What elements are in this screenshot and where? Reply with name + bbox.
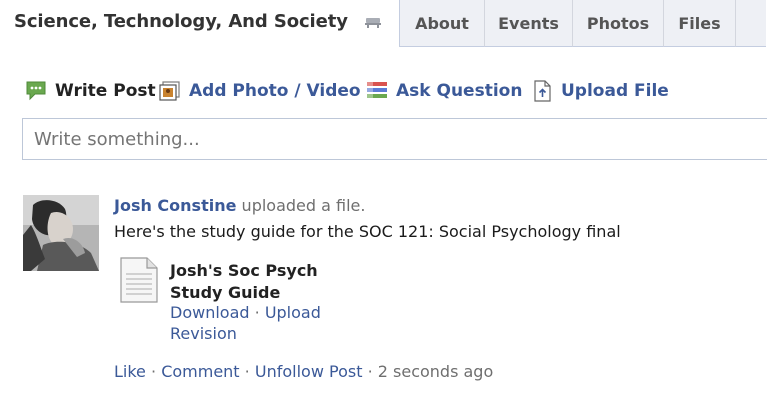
upload-file-label: Upload File bbox=[561, 81, 669, 101]
ask-question-button[interactable]: Ask Question bbox=[365, 78, 522, 104]
write-post-label: Write Post bbox=[55, 81, 156, 101]
unfollow-post-link[interactable]: Unfollow Post bbox=[255, 362, 363, 381]
document-icon bbox=[120, 257, 158, 303]
author-link[interactable]: Josh Constine bbox=[114, 196, 236, 215]
avatar-photo bbox=[23, 195, 99, 271]
footer-separator: · bbox=[244, 362, 250, 381]
upload-file-button[interactable]: Upload File bbox=[530, 78, 669, 104]
group-title[interactable]: Science, Technology, And Society bbox=[14, 11, 348, 32]
add-photo-video-button[interactable]: Add Photo / Video bbox=[158, 78, 361, 104]
write-post-button[interactable]: Write Post bbox=[24, 78, 156, 104]
link-separator: · bbox=[254, 303, 260, 322]
write-something-input[interactable] bbox=[23, 119, 767, 159]
question-poll-icon bbox=[367, 82, 387, 98]
comment-link[interactable]: Comment bbox=[161, 362, 239, 381]
download-link[interactable]: Download bbox=[170, 303, 250, 322]
add-photo-video-label: Add Photo / Video bbox=[189, 81, 361, 101]
story-header: Josh Constine uploaded a file. bbox=[114, 196, 365, 215]
upload-file-icon bbox=[534, 80, 551, 102]
file-actions: Download · Upload Revision bbox=[170, 302, 350, 344]
speech-bubble-icon bbox=[26, 81, 46, 101]
story-message: Here's the study guide for the SOC 121: … bbox=[114, 222, 621, 241]
footer-separator: · bbox=[367, 362, 373, 381]
group-tabs: About Events Photos Files bbox=[399, 0, 766, 47]
like-link[interactable]: Like bbox=[114, 362, 146, 381]
ask-question-label: Ask Question bbox=[396, 81, 523, 101]
tab-events[interactable]: Events bbox=[485, 0, 573, 47]
footer-separator: · bbox=[151, 362, 157, 381]
tab-photos[interactable]: Photos bbox=[573, 0, 664, 47]
tab-about[interactable]: About bbox=[400, 0, 485, 47]
group-header: Science, Technology, And Society About E… bbox=[0, 0, 767, 47]
tab-files[interactable]: Files bbox=[664, 0, 736, 47]
story-footer: Like · Comment · Unfollow Post · 2 secon… bbox=[114, 362, 493, 381]
file-title[interactable]: Josh's Soc Psych Study Guide bbox=[170, 260, 350, 304]
timestamp: 2 seconds ago bbox=[377, 362, 494, 381]
group-icon bbox=[365, 18, 381, 28]
avatar[interactable] bbox=[23, 195, 99, 271]
story-verb: uploaded a file. bbox=[241, 196, 366, 215]
tab-overflow[interactable] bbox=[736, 0, 766, 47]
photo-icon bbox=[159, 81, 180, 101]
write-something-box bbox=[22, 118, 767, 160]
